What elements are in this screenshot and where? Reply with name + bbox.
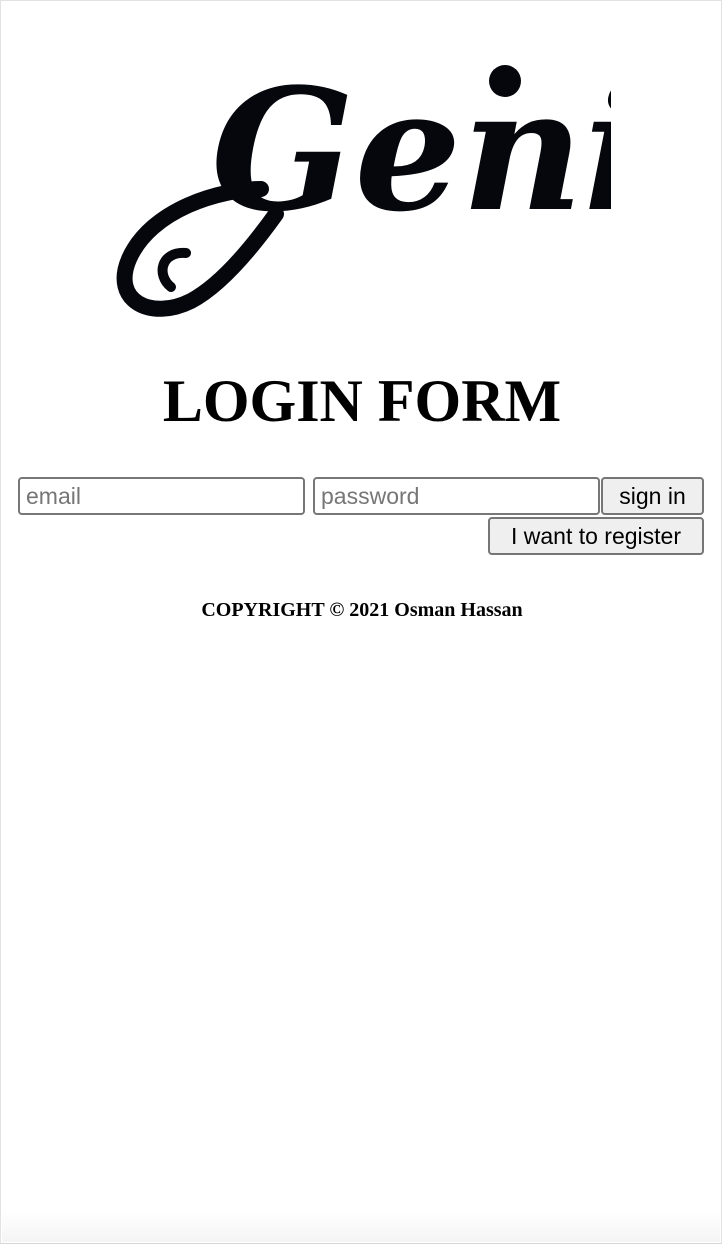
logo-i-dot [489,65,521,97]
page-title: LOGIN FORM [162,368,562,434]
logo-swash-curl [157,247,191,292]
password-field[interactable] [313,477,600,515]
copyright-text: COPYRIGHT © 2021 Osman Hassan [201,599,523,621]
register-button[interactable]: I want to register [488,517,704,555]
sign-in-button[interactable]: sign in [601,477,704,515]
bottom-shadow [2,1212,720,1242]
genie-logo-graphic: Genie [116,51,611,317]
email-field[interactable] [18,477,305,515]
genie-logo: Genie [111,39,611,319]
page-frame: Genie LOGIN FORM sign in I want to regis… [0,0,722,1244]
logo-lettering: Genie [211,51,611,249]
